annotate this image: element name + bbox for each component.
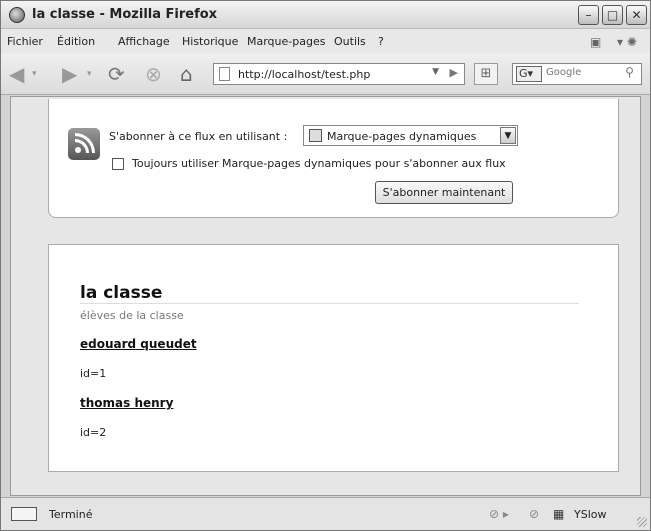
- close-button[interactable]: ✕: [626, 5, 647, 25]
- window-title: la classe - Mozilla Firefox: [32, 7, 218, 22]
- stop-icon[interactable]: ⊗: [145, 62, 162, 86]
- yslow-icon[interactable]: ▦: [553, 507, 564, 521]
- search-bar: G▾ ⚲: [512, 63, 642, 85]
- menu-affichage[interactable]: Affichage: [118, 35, 170, 48]
- network-icon: [11, 507, 37, 521]
- student-id: id=1: [80, 367, 107, 380]
- menu-help[interactable]: ?: [378, 35, 384, 48]
- status-text: Terminé: [49, 508, 93, 521]
- subscribe-now-button[interactable]: S'abonner maintenant: [375, 181, 513, 204]
- live-bookmark-icon: [309, 129, 322, 142]
- addon-icon[interactable]: ⊘ ▸: [489, 507, 509, 521]
- menu-outils[interactable]: Outils: [334, 35, 366, 48]
- forward-dropdown-icon[interactable]: ▾: [87, 62, 92, 86]
- home-icon[interactable]: ⌂: [180, 62, 193, 86]
- yslow-label[interactable]: YSlow: [574, 508, 606, 521]
- minimize-button[interactable]: –: [578, 5, 599, 25]
- feed-reader-value: Marque-pages dynamiques: [327, 130, 477, 143]
- feed-subscribe-box: S'abonner à ce flux en utilisant : Marqu…: [48, 99, 619, 218]
- url-bar[interactable]: http://localhost/test.php ▼ ▶: [213, 63, 465, 85]
- navigation-toolbar: ◀ ▾ ▶ ▾ ⟳ ⊗ ⌂ http://localhost/test.php …: [1, 53, 650, 95]
- new-tab-icon[interactable]: ⊞: [474, 63, 498, 85]
- status-bar: Terminé ⊘ ▸ ⊘ ▦ YSlow: [1, 497, 650, 530]
- menu-historique[interactable]: Historique: [182, 35, 238, 48]
- url-text[interactable]: http://localhost/test.php: [238, 68, 370, 81]
- search-icon[interactable]: ⚲: [620, 65, 639, 83]
- search-input[interactable]: [546, 67, 618, 78]
- page-icon: [219, 67, 230, 81]
- menu-marque-pages[interactable]: Marque-pages: [247, 35, 325, 48]
- throbber-icon: ▾ ✺: [617, 35, 637, 49]
- search-engine-icon[interactable]: G▾: [516, 66, 542, 82]
- page-content: S'abonner à ce flux en utilisant : Marqu…: [10, 96, 641, 496]
- browser-window: la classe - Mozilla Firefox – □ ✕ Fichie…: [0, 0, 651, 531]
- menu-bar: Fichier Édition Affichage Historique Mar…: [1, 29, 650, 53]
- page-title: la classe: [80, 283, 163, 303]
- chevron-down-icon[interactable]: ▼: [500, 127, 516, 144]
- url-dropdown-icon[interactable]: ▼: [432, 67, 439, 77]
- resize-grip[interactable]: [637, 517, 647, 527]
- rss-feed-icon: [68, 128, 100, 160]
- always-use-label: Toujours utiliser Marque-pages dynamique…: [132, 157, 506, 170]
- security-icon[interactable]: ⊘: [529, 507, 539, 521]
- student-id: id=2: [80, 426, 107, 439]
- feed-content-box: la classe élèves de la classe edouard qu…: [48, 244, 619, 472]
- menu-edition[interactable]: Édition: [57, 35, 95, 48]
- subscribe-label: S'abonner à ce flux en utilisant :: [109, 130, 288, 143]
- page-subtitle: élèves de la classe: [80, 309, 184, 322]
- forward-icon[interactable]: ▶: [62, 62, 77, 86]
- always-use-checkbox[interactable]: [112, 158, 124, 170]
- menu-fichier[interactable]: Fichier: [7, 35, 43, 48]
- go-icon[interactable]: ▶: [450, 66, 458, 79]
- student-link[interactable]: edouard queudet: [80, 337, 197, 351]
- reload-icon[interactable]: ⟳: [108, 62, 125, 86]
- maximize-button[interactable]: □: [602, 5, 623, 25]
- firefox-icon: [9, 7, 25, 23]
- title-divider: [80, 303, 579, 304]
- back-icon[interactable]: ◀: [9, 62, 24, 86]
- title-bar: la classe - Mozilla Firefox – □ ✕: [1, 1, 650, 29]
- feed-reader-select[interactable]: Marque-pages dynamiques ▼: [303, 125, 518, 146]
- student-link[interactable]: thomas henry: [80, 396, 173, 410]
- feed-toolbar-icon[interactable]: ▣: [590, 35, 601, 49]
- back-dropdown-icon[interactable]: ▾: [32, 62, 37, 86]
